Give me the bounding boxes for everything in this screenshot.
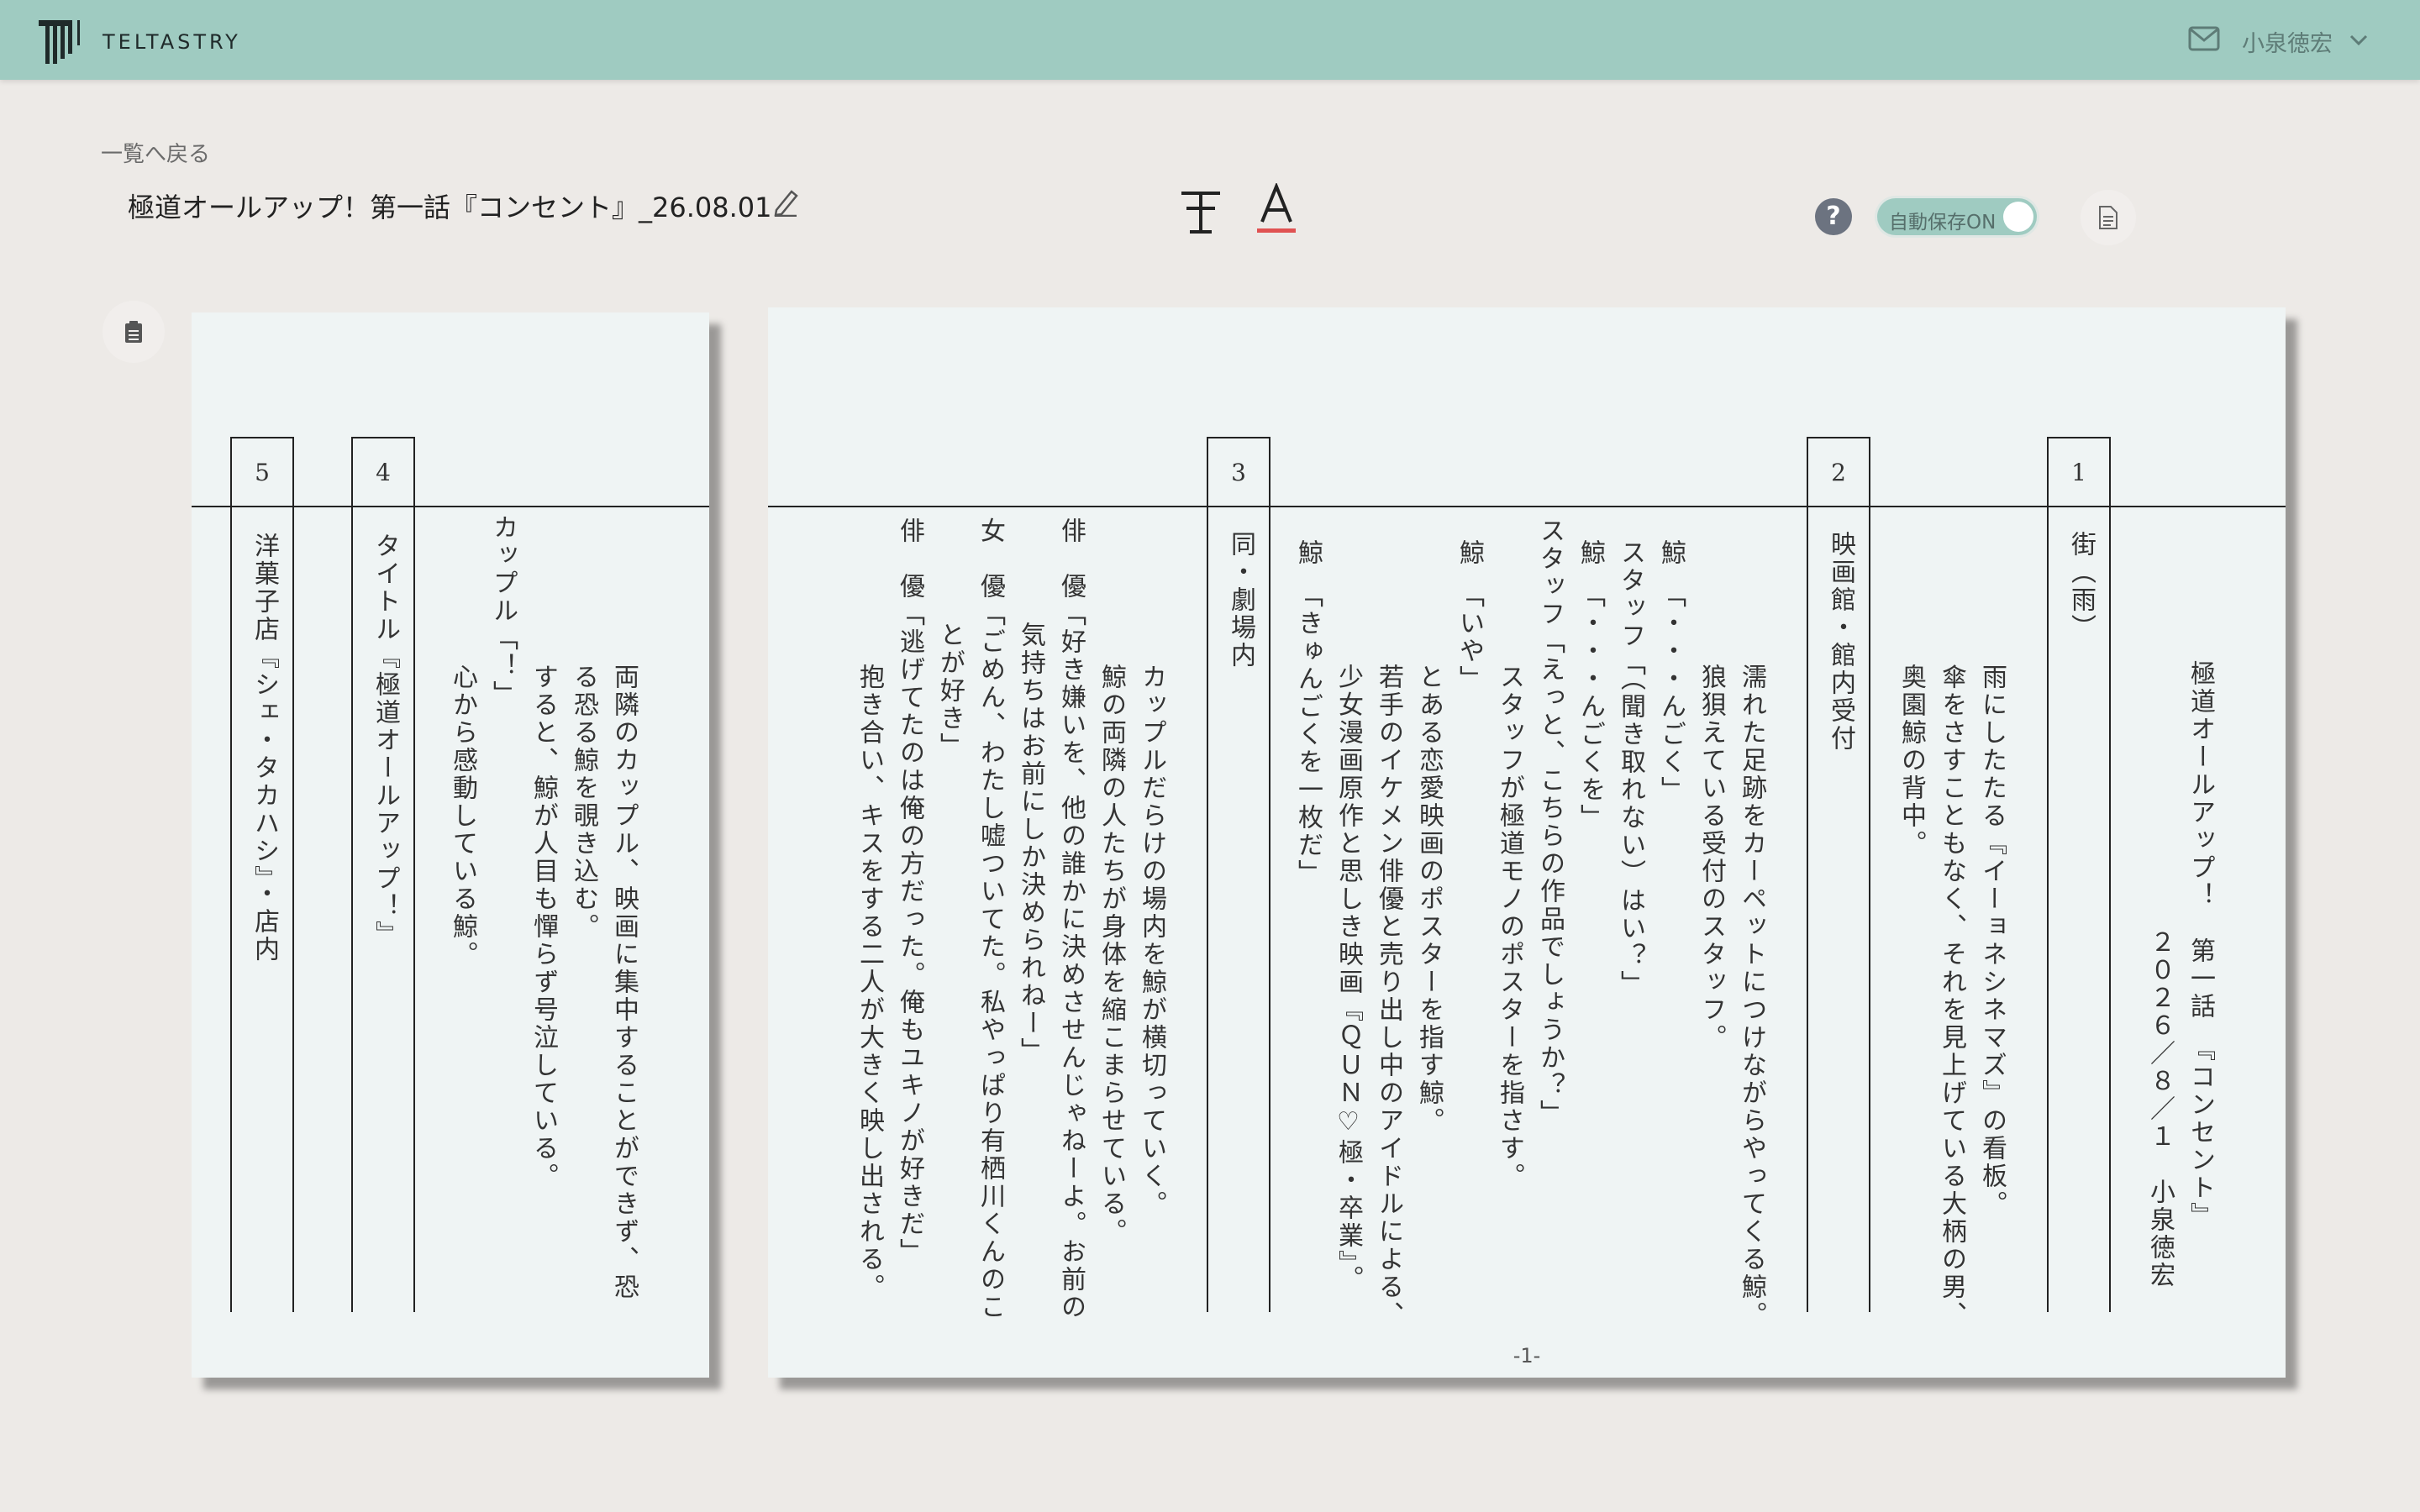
script-line[interactable]: 雨にしたたる『イーョネシネマズ』の看板。 xyxy=(1971,664,2012,1218)
chevron-down-icon[interactable] xyxy=(2348,29,2370,50)
logo-text: TELTASTRY xyxy=(103,30,241,54)
script-date-author[interactable]: ２０２６／８／１ 小泉徳宏 xyxy=(2139,929,2180,1289)
script-line[interactable]: スタッフ「えっと、こちらの作品でしょうか？」 xyxy=(1529,517,1570,1127)
script-line[interactable]: すると、鯨が人目も憚らず号泣している。 xyxy=(523,664,563,1190)
document-title: 極道オールアップ！第一話『コンセント』_26.08.01 xyxy=(128,192,772,223)
script-line[interactable]: 鯨 「・・・んごく」 xyxy=(1650,539,1691,804)
script-line[interactable]: 気持ちはお前にしか決められねー」 xyxy=(1010,622,1050,1065)
script-line[interactable]: カップルだらけの場内を鯨が横切っていく。 xyxy=(1131,664,1171,1218)
toggle-knob xyxy=(2003,202,2033,232)
back-to-list-link[interactable]: 一覧へ戻る xyxy=(101,137,210,168)
script-line[interactable]: 少女漫画原作と思しき映画『ＱＵＮ♡極・卒業』。 xyxy=(1328,664,1368,1293)
scene-heading-5[interactable]: 洋菓子店『シェ・タカハシ』・店内 xyxy=(244,533,284,963)
script-line[interactable]: 鯨の両隣の人たちが身体を縮こまらせている。 xyxy=(1091,664,1131,1246)
autosave-toggle[interactable]: 自動保存ON xyxy=(1877,198,2037,235)
script-line[interactable]: スタッフが極道モノのポスターを指さす。 xyxy=(1489,664,1529,1190)
mail-icon[interactable] xyxy=(2188,25,2220,52)
script-line[interactable]: とある恋愛映画のポスターを指す鯨。 xyxy=(1408,664,1449,1135)
user-name[interactable]: 小泉徳宏 xyxy=(2242,25,2333,58)
clipboard-button[interactable] xyxy=(103,301,165,363)
script-line[interactable]: 俳 優「逃げてたのは俺の方だった。俺もユキノが好きだ」 xyxy=(889,517,929,1266)
document-icon xyxy=(2099,206,2118,229)
scene-number-5: 5 xyxy=(255,459,270,486)
clipboard-icon xyxy=(125,321,142,343)
pencil-icon[interactable] xyxy=(771,186,800,217)
script-line[interactable]: 濡れた足跡をカーペットにつけながらやってくる鯨。 xyxy=(1731,664,1771,1329)
scene-number-3: 3 xyxy=(1231,459,1246,486)
script-line[interactable]: スタッフ「（聞き取れない）はい？」 xyxy=(1610,539,1650,998)
logo-icon[interactable] xyxy=(39,20,89,64)
script-line[interactable]: 両隣のカップル、映画に集中することができず、恐 xyxy=(603,664,644,1301)
script-line[interactable]: カップル「！」 xyxy=(482,514,523,708)
script-line[interactable]: 鯨 「いや」 xyxy=(1449,539,1489,693)
font-color-icon[interactable] xyxy=(1257,183,1296,235)
scene-number-1: 1 xyxy=(2071,459,2086,486)
scene-heading-2[interactable]: 映画館・館内受付 xyxy=(1820,531,1860,753)
script-line[interactable]: 俳 優「好き嫌いを、他の誰かに決めさせんじゃねーよ。お前の xyxy=(1050,517,1091,1321)
script-page-left: 5 洋菓子店『シェ・タカハシ』・店内 4 タイトル『極道オールアップ！』 心から… xyxy=(192,312,709,1378)
script-line[interactable]: とが好き」 xyxy=(929,622,970,760)
document-button[interactable] xyxy=(2081,190,2136,245)
scene-heading-3[interactable]: 同・劇場内 xyxy=(1220,531,1260,669)
script-line[interactable]: 鯨 「きゅんごくを一枚だ」 xyxy=(1287,539,1328,887)
scene-heading-4[interactable]: タイトル『極道オールアップ！』 xyxy=(365,533,405,948)
scene-number-4: 4 xyxy=(376,459,391,486)
vertical-text-icon[interactable] xyxy=(1178,186,1223,235)
script-line[interactable]: 傘をさすこともなく、それを見上げている大柄の男、 xyxy=(1931,664,1971,1329)
page-number: -1- xyxy=(1512,1344,1541,1368)
scene-heading-1[interactable]: 街（雨） xyxy=(2060,531,2101,642)
scene-number-2: 2 xyxy=(1831,459,1846,486)
script-line[interactable]: 女 優「ごめん、わたし嘘ついてた。私やっぱり有栖川くんのこ xyxy=(970,517,1010,1321)
autosave-label: 自動保存ON xyxy=(1889,212,1996,234)
script-line[interactable]: 心から感動している鯨。 xyxy=(442,664,482,969)
script-page-right: 極道オールアップ！ 第一話 『コンセント』 ２０２６／８／１ 小泉徳宏 1 街（… xyxy=(768,307,2286,1378)
top-bar: TELTASTRY 小泉徳宏 xyxy=(0,0,2420,80)
script-title[interactable]: 極道オールアップ！ 第一話 『コンセント』 xyxy=(2180,660,2220,1230)
script-line[interactable]: 鯨 「・・・んごくを」 xyxy=(1570,539,1610,832)
script-line[interactable]: 狼狽えている受付のスタッフ。 xyxy=(1691,664,1731,1052)
script-line[interactable]: 奥園鯨の背中。 xyxy=(1891,664,1931,858)
script-line[interactable]: 若手のイケメン俳優と売り出し中のアイドルによる、 xyxy=(1368,664,1408,1329)
script-line[interactable]: 抱き合い、キスをする二人が大きく映し出される。 xyxy=(849,664,889,1301)
help-icon[interactable]: ? xyxy=(1815,198,1852,235)
script-line[interactable]: る恐る鯨を覗き込む。 xyxy=(563,664,603,941)
